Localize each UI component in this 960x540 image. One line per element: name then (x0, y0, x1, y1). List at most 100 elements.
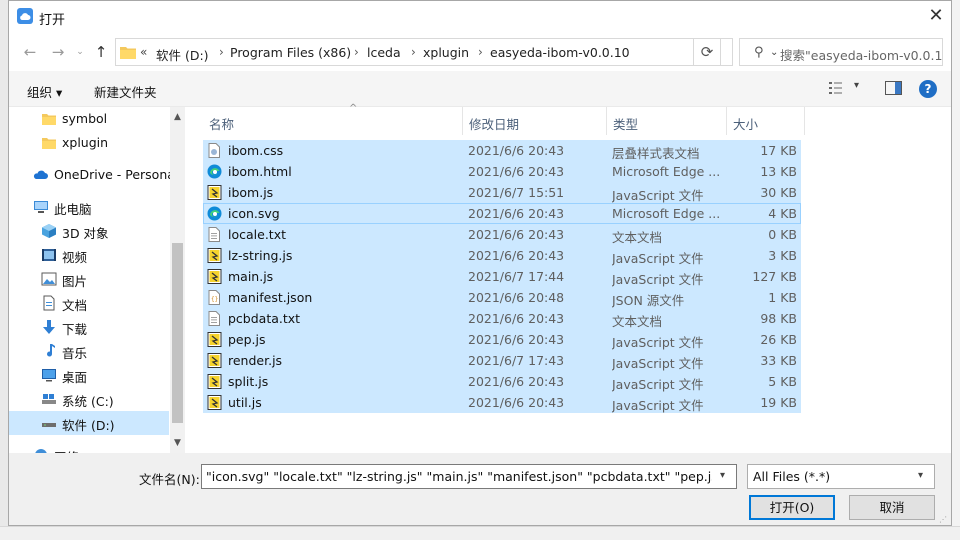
filename-input[interactable]: "icon.svg" "locale.txt" "lz-string.js" "… (201, 464, 737, 489)
sidebar-item-drive-c[interactable]: 系统 (C:) (9, 387, 169, 411)
column-header-name[interactable]: 名称 ^ (203, 103, 463, 135)
sidebar-item-label: xplugin (62, 135, 109, 150)
file-row[interactable]: split.js 2021/6/6 20:43 JavaScript 文件 5 KB (203, 371, 801, 392)
crumb-program-files[interactable]: Program Files (x86) (230, 45, 351, 60)
file-type-select[interactable]: All Files (*.*) ▾ (747, 464, 935, 489)
file-size: 127 KB (752, 269, 797, 284)
forward-arrow-icon[interactable]: → (49, 43, 67, 61)
picture-icon (41, 272, 57, 286)
file-row[interactable]: {} manifest.json 2021/6/6 20:48 JSON 源文件 1 K… (203, 287, 801, 308)
scrollbar-thumb[interactable] (172, 243, 183, 423)
sidebar-item-onedrive[interactable]: OneDrive - Persona (9, 163, 175, 187)
js-file-icon (207, 332, 222, 347)
sidebar-item-this-pc[interactable]: 此电脑 (9, 195, 169, 219)
sidebar-item-xplugin[interactable]: xplugin (9, 131, 169, 155)
scroll-up-icon[interactable]: ▲ (170, 109, 185, 125)
back-arrow-icon[interactable]: ← (21, 43, 39, 61)
cancel-button[interactable]: 取消 (849, 495, 935, 520)
scroll-down-icon[interactable]: ▼ (170, 435, 185, 451)
file-row[interactable]: lz-string.js 2021/6/6 20:43 JavaScript 文件 3… (203, 245, 801, 266)
column-header-type[interactable]: 类型 (607, 107, 727, 135)
file-type: Microsoft Edge ... (612, 206, 721, 221)
file-list: 名称 ^ 修改日期 类型 大小 ibom.css 2021/6/6 20:43 层叠… (185, 103, 951, 453)
crumb-lceda[interactable]: lceda (367, 45, 401, 60)
sidebar-item-drive-d[interactable]: 软件 (D:) (9, 411, 169, 435)
file-date: 2021/6/6 20:43 (468, 395, 565, 410)
file-row[interactable]: pcbdata.txt 2021/6/6 20:43 文本文档 98 KB (203, 308, 801, 329)
open-file-dialog: 打开 ✕ ← → ⌄ ↑ « 软件 (D:) › Program Files (… (8, 0, 952, 526)
file-date: 2021/6/6 20:43 (468, 143, 565, 158)
search-placeholder: 搜索"easyeda-ibom-v0.0.1... (780, 48, 942, 63)
filename-label: 文件名(N): (139, 472, 200, 487)
sidebar-item-label: 桌面 (62, 370, 88, 385)
file-row[interactable]: render.js 2021/6/7 17:43 JavaScript 文件 33 K… (203, 350, 801, 371)
file-row[interactable]: ibom.html 2021/6/6 20:43 Microsoft Edge ..… (203, 161, 801, 182)
crumb-separator-icon[interactable]: › (478, 45, 483, 59)
column-header-size[interactable]: 大小 (727, 107, 805, 135)
sidebar-item-label: OneDrive - Persona (54, 167, 175, 182)
sidebar-item-documents[interactable]: 文档 (9, 291, 169, 315)
json-file-icon: {} (207, 290, 222, 305)
sidebar-item-label: 视频 (62, 250, 88, 265)
file-type: JavaScript 文件 (612, 377, 704, 392)
recent-chevron-icon[interactable]: ⌄ (71, 43, 89, 61)
background-window-bottom (0, 526, 960, 540)
sidebar-item-3d-objects[interactable]: 3D 对象 (9, 219, 169, 243)
up-arrow-icon[interactable]: ↑ (92, 43, 110, 61)
file-type: Microsoft Edge ... (612, 164, 721, 179)
title-bar: 打开 ✕ (9, 1, 951, 33)
file-row[interactable]: icon.svg 2021/6/6 20:43 Microsoft Edge ...… (203, 203, 801, 224)
crumb-separator-icon[interactable]: › (411, 45, 416, 59)
sidebar-item-music[interactable]: 音乐 (9, 339, 169, 363)
sidebar-item-network[interactable]: 网络 (9, 443, 169, 453)
file-name: ibom.js (228, 185, 274, 200)
sidebar-item-label: 软件 (D:) (62, 418, 115, 433)
sidebar-item-symbol[interactable]: symbol (9, 107, 169, 131)
css-file-icon (207, 143, 222, 158)
resize-grip-icon[interactable]: ⋰ (939, 515, 949, 525)
file-size: 26 KB (760, 332, 797, 347)
file-name: util.js (228, 395, 262, 410)
file-row[interactable]: locale.txt 2021/6/6 20:43 文本文档 0 KB (203, 224, 801, 245)
chevron-down-icon: ▾ (918, 470, 924, 481)
preview-pane-icon[interactable] (885, 81, 902, 98)
view-options-icon[interactable] (829, 81, 845, 98)
crumb-separator-icon[interactable]: › (354, 45, 359, 59)
close-button[interactable]: ✕ (921, 5, 951, 29)
file-row[interactable]: pep.js 2021/6/6 20:43 JavaScript 文件 26 KB (203, 329, 801, 350)
crumb-separator-icon[interactable]: › (219, 45, 224, 59)
file-row[interactable]: util.js 2021/6/6 20:43 JavaScript 文件 19 KB (203, 392, 801, 413)
help-icon[interactable]: ? (919, 80, 937, 98)
sidebar-item-downloads[interactable]: 下载 (9, 315, 169, 339)
dialog-footer: 文件名(N): "icon.svg" "locale.txt" "lz-stri… (9, 453, 951, 525)
refresh-button[interactable]: ⟳ (693, 38, 721, 66)
text-file-icon (207, 227, 222, 242)
file-size: 3 KB (768, 248, 797, 263)
open-button[interactable]: 打开(O) (749, 495, 835, 520)
sidebar-item-videos[interactable]: 视频 (9, 243, 169, 267)
crumb-xplugin[interactable]: xplugin (423, 45, 469, 60)
file-type: JavaScript 文件 (612, 335, 704, 350)
sidebar-item-pictures[interactable]: 图片 (9, 267, 169, 291)
file-size: 30 KB (760, 185, 797, 200)
file-name: pep.js (228, 332, 266, 347)
file-row[interactable]: ibom.css 2021/6/6 20:43 层叠样式表文档 17 KB (203, 140, 801, 161)
organize-menu[interactable]: 组织 ▾ (27, 82, 62, 101)
file-name: manifest.json (228, 290, 313, 305)
sidebar-item-desktop[interactable]: 桌面 (9, 363, 169, 387)
new-folder-button[interactable]: 新建文件夹 (94, 82, 157, 101)
view-dropdown-icon[interactable]: ▾ (854, 80, 859, 91)
search-box[interactable]: ⚲ 搜索"easyeda-ibom-v0.0.1... (739, 38, 943, 66)
crumb-current-folder[interactable]: easyeda-ibom-v0.0.10 (490, 45, 630, 60)
file-name: ibom.css (228, 143, 284, 158)
navigation-scrollbar[interactable]: ▲ ▼ (170, 107, 185, 453)
chevron-down-icon[interactable]: ▾ (720, 470, 725, 481)
crumb-drive-d[interactable]: 软件 (D:) (156, 45, 209, 64)
address-overflow[interactable]: « (140, 45, 147, 59)
column-header-date[interactable]: 修改日期 (463, 107, 607, 135)
file-row[interactable]: main.js 2021/6/7 17:44 JavaScript 文件 127 KB (203, 266, 801, 287)
video-icon (42, 249, 56, 261)
drive-icon (42, 423, 56, 427)
address-bar[interactable]: « 软件 (D:) › Program Files (x86) › lceda … (115, 38, 778, 66)
file-row[interactable]: ibom.js 2021/6/7 15:51 JavaScript 文件 30 KB (203, 182, 801, 203)
